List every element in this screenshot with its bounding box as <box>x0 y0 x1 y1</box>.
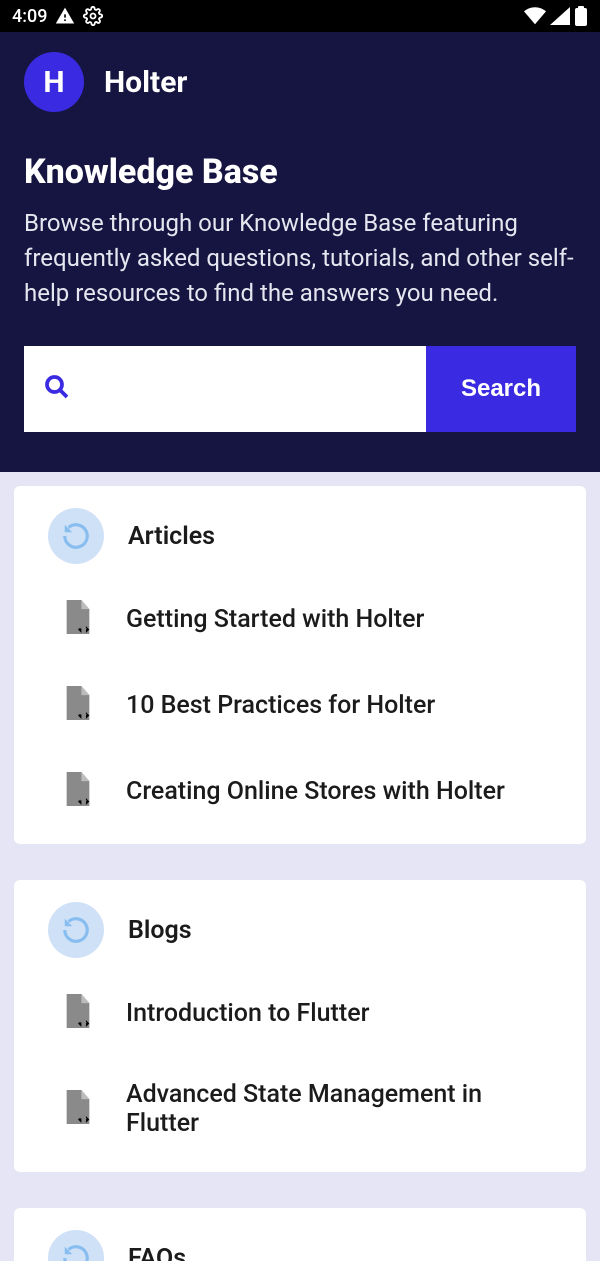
list-item[interactable]: Getting Started with Holter <box>14 576 586 662</box>
document-icon <box>64 600 92 638</box>
content-area[interactable]: Articles Getting Started with Holter 10 Be… <box>0 472 600 1261</box>
list-item[interactable]: 10 Best Practices for Holter <box>14 662 586 748</box>
search-icon <box>42 372 72 406</box>
document-icon <box>64 1090 92 1128</box>
list-item[interactable]: Creating Online Stores with Holter <box>14 748 586 834</box>
gear-icon <box>83 6 103 26</box>
search-field[interactable] <box>24 346 426 432</box>
category-header[interactable]: Blogs <box>14 890 586 970</box>
list-item-title: Creating Online Stores with Holter <box>126 777 505 806</box>
app-avatar-initial: H <box>43 65 64 100</box>
search-button[interactable]: Search <box>426 346 576 432</box>
app-avatar[interactable]: H <box>24 52 84 112</box>
search-bar: Search <box>24 346 576 432</box>
refresh-icon <box>48 1230 104 1261</box>
page-title: Knowledge Base <box>24 152 576 192</box>
category-title: Blogs <box>128 916 192 945</box>
app-header: H Holter <box>24 52 576 112</box>
list-item[interactable]: Introduction to Flutter <box>14 970 586 1056</box>
refresh-icon <box>48 902 104 958</box>
page-subtitle: Browse through our Knowledge Base featur… <box>24 206 576 310</box>
document-icon <box>64 994 92 1032</box>
warning-icon <box>55 6 75 26</box>
category-card: Blogs Introduction to Flutter Advanced Sta… <box>14 880 586 1172</box>
status-time: 4:09 <box>12 6 47 27</box>
list-item-title: Advanced State Management in Flutter <box>126 1080 536 1138</box>
battery-icon <box>574 6 588 26</box>
refresh-icon <box>48 508 104 564</box>
category-header[interactable]: Articles <box>14 496 586 576</box>
category-title: FAQs <box>128 1244 186 1261</box>
cellular-signal-icon <box>550 7 570 25</box>
category-card: FAQsHow do I debug Flutter apps? <box>14 1208 586 1261</box>
search-button-label: Search <box>461 375 541 402</box>
app-name: Holter <box>104 65 187 100</box>
status-bar: 4:09 <box>0 0 600 32</box>
hero-section: H Holter Knowledge Base Browse through o… <box>0 32 600 472</box>
category-title: Articles <box>128 522 215 551</box>
document-icon <box>64 686 92 724</box>
category-header[interactable]: FAQs <box>14 1218 586 1261</box>
category-card: Articles Getting Started with Holter 10 Be… <box>14 486 586 844</box>
list-item-title: 10 Best Practices for Holter <box>126 691 435 720</box>
list-item-title: Getting Started with Holter <box>126 605 424 634</box>
document-icon <box>64 772 92 810</box>
list-item-title: Introduction to Flutter <box>126 999 369 1028</box>
search-input[interactable] <box>86 376 408 402</box>
list-item[interactable]: Advanced State Management in Flutter <box>14 1056 586 1162</box>
wifi-icon <box>524 7 546 25</box>
